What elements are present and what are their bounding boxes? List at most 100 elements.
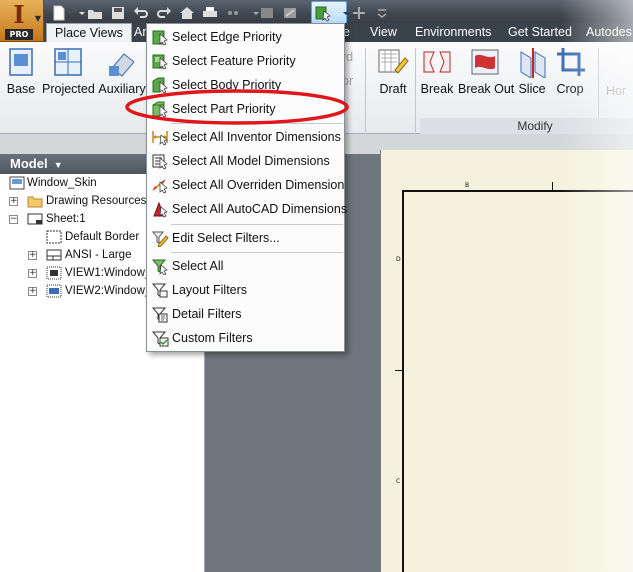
quick-access-extra bbox=[350, 3, 388, 23]
autocad-dimension-icon bbox=[151, 200, 169, 218]
expand-icon[interactable]: + bbox=[28, 251, 37, 260]
break-out-button[interactable]: Break Out bbox=[458, 46, 514, 96]
tab-place-views[interactable]: Place Views bbox=[46, 23, 132, 42]
new-icon[interactable] bbox=[50, 4, 70, 22]
select-filter-icon[interactable] bbox=[314, 4, 334, 22]
menu-item-select-all[interactable]: Select All bbox=[148, 254, 344, 278]
tab-environments[interactable]: Environments bbox=[415, 23, 491, 42]
projected-view-button[interactable]: Projected bbox=[42, 46, 95, 96]
draft-button[interactable]: Draft bbox=[376, 46, 410, 96]
select-mode-icon[interactable] bbox=[224, 4, 244, 22]
select-filter-dropdown[interactable] bbox=[314, 3, 350, 23]
detail-filter-icon bbox=[151, 305, 169, 323]
slice-button[interactable]: Slice bbox=[517, 46, 547, 96]
view-icon bbox=[46, 266, 62, 280]
tree-item-drawing-resources[interactable]: Drawing Resources bbox=[46, 192, 146, 210]
chevron-down-icon: ▼ bbox=[34, 14, 41, 23]
menu-item-select-body-priority[interactable]: Select Body Priority bbox=[148, 73, 344, 97]
menu-separator bbox=[171, 224, 343, 225]
tree-item-view1[interactable]: VIEW1:Window_S bbox=[65, 264, 159, 282]
undo-icon[interactable] bbox=[132, 4, 152, 22]
chevron-down-icon: ▼ bbox=[51, 160, 63, 170]
quick-access-toolbar bbox=[50, 3, 304, 23]
menu-item-select-all-overridden-dimension[interactable]: Select All Overriden Dimension bbox=[148, 173, 344, 197]
chevron-down-icon[interactable] bbox=[73, 4, 85, 22]
sheet-icon bbox=[27, 212, 43, 226]
layout-filter-icon bbox=[151, 281, 169, 299]
custom-filter-icon bbox=[151, 329, 169, 347]
add-icon[interactable] bbox=[350, 4, 370, 22]
print-icon[interactable] bbox=[201, 4, 221, 22]
zone-tick bbox=[395, 370, 403, 371]
auxiliary-view-button[interactable]: Auxiliary bbox=[98, 46, 146, 96]
break-out-icon bbox=[469, 46, 501, 78]
sheet-border bbox=[402, 190, 633, 572]
base-view-button[interactable]: Base bbox=[4, 46, 38, 96]
chevron-down-icon[interactable] bbox=[247, 4, 259, 22]
tree-item-view2[interactable]: VIEW2:Window_S bbox=[65, 282, 159, 300]
menu-item-select-feature-priority[interactable]: Select Feature Priority bbox=[148, 49, 344, 73]
menu-item-detail-filters[interactable]: Detail Filters bbox=[148, 302, 344, 326]
tab-get-started[interactable]: Get Started bbox=[508, 23, 572, 42]
expand-icon[interactable]: + bbox=[9, 197, 18, 206]
expand-icon[interactable]: + bbox=[28, 287, 37, 296]
tab-view[interactable]: View bbox=[370, 23, 397, 42]
edit-filters-icon bbox=[151, 229, 169, 248]
tab-autodesk[interactable]: Autodes bbox=[586, 23, 632, 42]
menu-separator bbox=[171, 252, 343, 253]
tree-item-title-block[interactable]: ANSI - Large bbox=[65, 246, 131, 264]
application-menu-button[interactable]: I PRO ▼ bbox=[0, 0, 44, 42]
open-icon[interactable] bbox=[86, 4, 106, 22]
auxiliary-view-icon bbox=[106, 46, 138, 78]
border-icon bbox=[46, 230, 62, 244]
base-view-icon bbox=[5, 46, 37, 78]
edge-priority-icon bbox=[151, 28, 169, 46]
ribbon-separator bbox=[365, 48, 366, 132]
crop-icon bbox=[555, 46, 587, 78]
customize-toolbar-icon[interactable] bbox=[373, 4, 387, 22]
collapse-icon[interactable]: − bbox=[9, 215, 18, 224]
inventor-dimension-icon bbox=[151, 128, 169, 146]
slice-icon bbox=[517, 46, 549, 79]
break-icon bbox=[421, 46, 453, 78]
tree-item-default-border[interactable]: Default Border bbox=[65, 228, 139, 246]
zone-label: D bbox=[396, 256, 401, 263]
inventor-logo: I bbox=[13, 0, 25, 29]
update-icon[interactable] bbox=[281, 4, 301, 22]
view-icon bbox=[46, 284, 62, 298]
break-button[interactable]: Break bbox=[420, 46, 454, 96]
zone-tick bbox=[552, 182, 553, 190]
modify-panel-label: Modify bbox=[420, 118, 633, 134]
draft-icon bbox=[377, 46, 409, 78]
menu-item-select-all-autocad-dimensions[interactable]: Select All AutoCAD Dimensions bbox=[148, 197, 347, 221]
menu-item-select-all-model-dimensions[interactable]: Select All Model Dimensions bbox=[148, 149, 344, 173]
redo-icon[interactable] bbox=[155, 4, 175, 22]
crop-button[interactable]: Crop bbox=[555, 46, 585, 96]
edition-badge: PRO bbox=[5, 29, 33, 40]
save-icon[interactable] bbox=[109, 4, 129, 22]
ribbon-separator bbox=[415, 48, 416, 132]
menu-item-edit-select-filters[interactable]: Edit Select Filters... bbox=[148, 226, 344, 250]
menu-item-select-edge-priority[interactable]: Select Edge Priority bbox=[148, 25, 344, 49]
part-priority-icon bbox=[151, 100, 169, 118]
folder-icon bbox=[27, 194, 43, 208]
select-all-icon bbox=[151, 257, 169, 276]
tree-item-root[interactable]: Window_Skin bbox=[27, 174, 97, 192]
parameters-icon[interactable] bbox=[258, 4, 278, 22]
zone-label: C bbox=[396, 478, 401, 485]
zone-label: B bbox=[465, 182, 470, 189]
tree-item-sheet[interactable]: Sheet:1 bbox=[46, 210, 86, 228]
truncated-ribbon-label: Hor bbox=[606, 84, 627, 98]
menu-item-select-part-priority[interactable]: Select Part Priority bbox=[148, 97, 344, 121]
menu-item-custom-filters[interactable]: Custom Filters bbox=[148, 326, 344, 350]
menu-item-select-all-inventor-dimensions[interactable]: Select All Inventor Dimensions bbox=[148, 125, 344, 149]
home-icon[interactable] bbox=[178, 4, 198, 22]
chevron-down-icon[interactable] bbox=[337, 4, 349, 22]
projected-view-icon bbox=[52, 46, 84, 78]
menu-item-layout-filters[interactable]: Layout Filters bbox=[148, 278, 344, 302]
overridden-dimension-icon bbox=[151, 176, 169, 194]
menu-separator bbox=[171, 123, 343, 124]
body-priority-icon bbox=[151, 76, 169, 94]
select-filter-menu: Select Edge Priority Select Feature Prio… bbox=[146, 23, 347, 352]
expand-icon[interactable]: + bbox=[28, 269, 37, 278]
